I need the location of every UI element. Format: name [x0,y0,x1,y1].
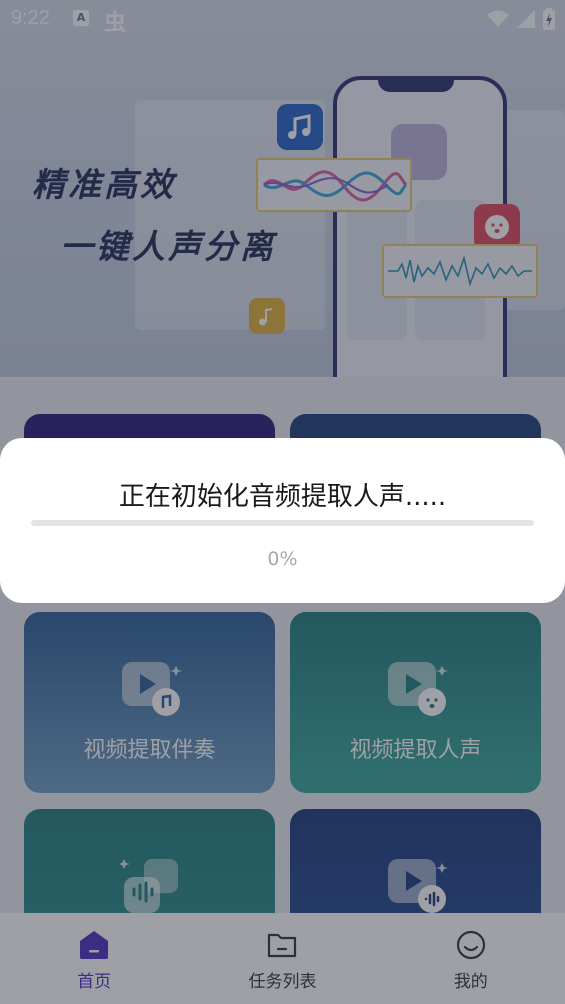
dialog-title: 正在初始化音频提取人声..... [118,482,447,512]
progress-dialog: 正在初始化音频提取人声..... 0% [0,438,565,603]
progress-percent: 0% [267,548,298,570]
progress-bar [31,520,534,526]
